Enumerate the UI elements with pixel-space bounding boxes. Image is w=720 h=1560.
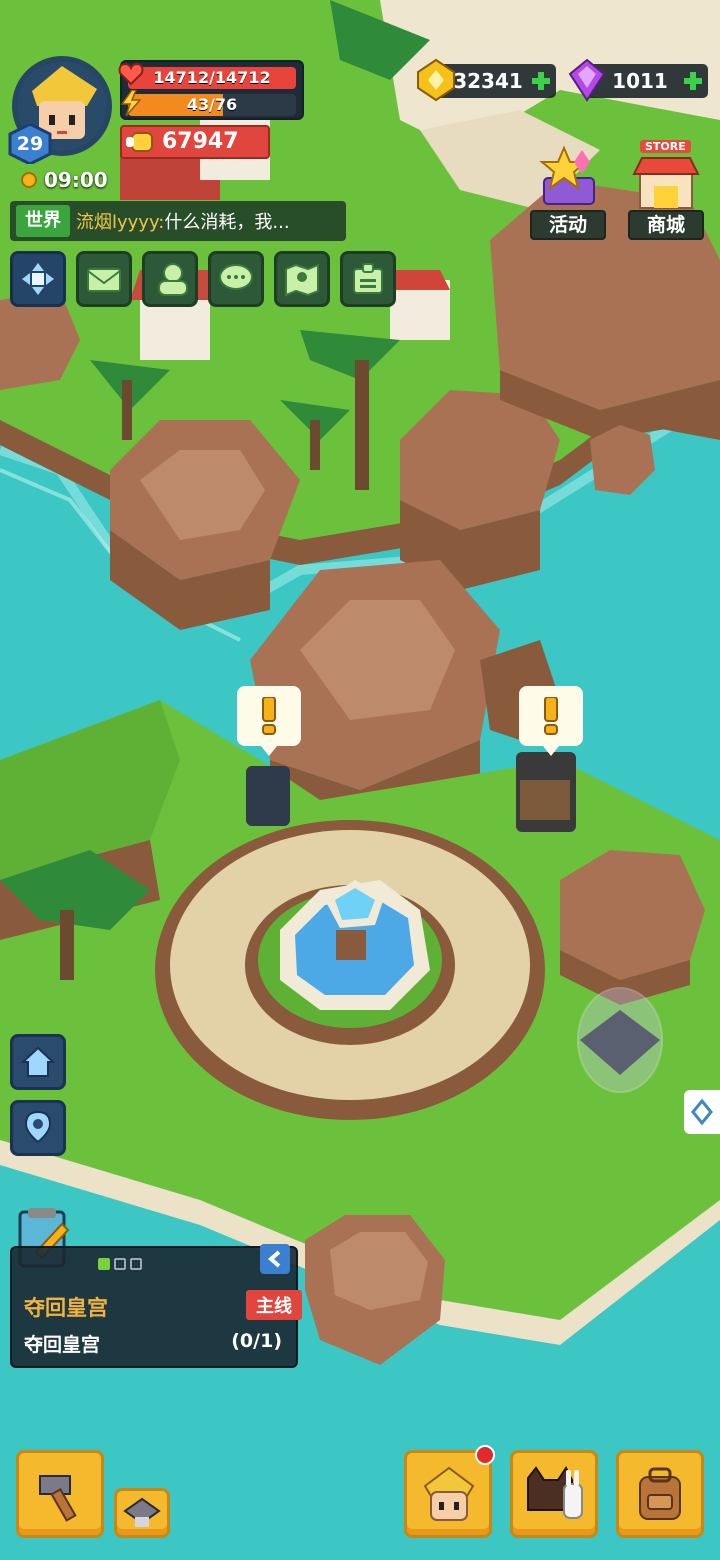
menu-row bbox=[10, 251, 396, 307]
expand-right-button[interactable] bbox=[684, 1090, 720, 1134]
event-button[interactable]: 活动 bbox=[528, 140, 608, 240]
pets-button[interactable] bbox=[510, 1450, 598, 1538]
id-card-icon bbox=[353, 263, 383, 294]
store-label: 商城 bbox=[628, 210, 704, 240]
home-button[interactable] bbox=[10, 1034, 66, 1090]
hammer-icon bbox=[39, 1475, 77, 1522]
heart-icon bbox=[118, 62, 144, 86]
event-label: 活动 bbox=[530, 210, 606, 240]
store-tag: STORE bbox=[640, 140, 691, 153]
quest-progress: (0/1) bbox=[231, 1330, 282, 1352]
notification-dot bbox=[475, 1445, 495, 1465]
chat-button[interactable] bbox=[208, 251, 264, 307]
plus-icon bbox=[532, 72, 550, 90]
gold-coin-icon bbox=[417, 58, 455, 102]
hp-text: 14712/14712 bbox=[153, 68, 271, 87]
chevron-left-icon bbox=[268, 1250, 281, 1268]
level-badge: 29 bbox=[8, 124, 52, 164]
treasure-star-icon bbox=[539, 145, 595, 205]
map-icon bbox=[285, 263, 319, 297]
quest-panel[interactable]: 夺回皇宫 主线 夺回皇宫 (0/1) bbox=[10, 1244, 302, 1368]
chat-sender: 流烟lyyyy: bbox=[76, 212, 165, 233]
npc-quest-marker[interactable] bbox=[237, 686, 301, 756]
level-value: 29 bbox=[16, 133, 44, 155]
npc-quest-marker[interactable] bbox=[519, 686, 583, 756]
power-value: 67947 bbox=[162, 129, 239, 154]
card-button[interactable] bbox=[340, 251, 396, 307]
build-icon bbox=[123, 1497, 161, 1527]
plus-icon bbox=[684, 72, 702, 90]
energy-bar: 43/76 bbox=[128, 94, 296, 116]
map-button[interactable] bbox=[274, 251, 330, 307]
shop-icon bbox=[632, 157, 700, 209]
build-button[interactable] bbox=[114, 1488, 170, 1538]
quest-type-tag: 主线 bbox=[246, 1290, 302, 1320]
pets-icon bbox=[527, 1466, 583, 1519]
expand-icon bbox=[22, 263, 54, 295]
fist-icon bbox=[126, 132, 153, 152]
craft-button[interactable] bbox=[16, 1450, 104, 1538]
game-time: 09:00 bbox=[18, 166, 108, 194]
page-dot bbox=[98, 1258, 110, 1270]
gold-value: 32341 bbox=[453, 69, 523, 93]
gem-counter: 1011 bbox=[568, 58, 708, 102]
gem-icon bbox=[568, 58, 606, 102]
collapse-quest-button[interactable] bbox=[260, 1244, 290, 1274]
page-dot bbox=[114, 1258, 126, 1270]
friends-icon bbox=[158, 263, 188, 296]
chat-message: 什么消耗，我... bbox=[164, 212, 290, 233]
mail-button[interactable] bbox=[76, 251, 132, 307]
diamond-arrow-icon bbox=[691, 1099, 713, 1125]
add-gold-button[interactable] bbox=[526, 71, 556, 91]
store-button[interactable]: STORE 商城 bbox=[626, 140, 706, 240]
exclamation-icon bbox=[262, 697, 276, 735]
exclamation-icon bbox=[544, 697, 558, 735]
page-dot bbox=[130, 1258, 142, 1270]
energy-text: 43/76 bbox=[186, 95, 238, 114]
chat-bubble-icon bbox=[219, 264, 253, 290]
time-value: 09:00 bbox=[44, 168, 108, 192]
chat-channel: 世界 bbox=[16, 205, 70, 237]
location-pin-icon bbox=[24, 1110, 52, 1144]
backpack-icon bbox=[639, 1467, 681, 1520]
hp-bar: 14712/14712 bbox=[128, 67, 296, 89]
quest-page-dots bbox=[98, 1258, 142, 1270]
combat-power: 67947 bbox=[120, 125, 270, 159]
sun-icon bbox=[21, 172, 37, 188]
world-chat[interactable]: 世界 流烟lyyyy: 什么消耗，我... bbox=[10, 201, 346, 241]
hero-icon bbox=[423, 1466, 475, 1521]
backpack-button[interactable] bbox=[616, 1450, 704, 1538]
stat-panel: 14712/14712 43/76 bbox=[120, 60, 304, 120]
mail-icon bbox=[87, 268, 121, 292]
lightning-icon bbox=[120, 90, 142, 116]
quest-objective: 夺回皇宫 bbox=[24, 1334, 101, 1356]
gem-value: 1011 bbox=[612, 69, 668, 93]
gold-counter: 32341 bbox=[417, 58, 556, 102]
expand-button[interactable] bbox=[10, 251, 66, 307]
location-button[interactable] bbox=[10, 1100, 66, 1156]
home-icon bbox=[21, 1046, 55, 1077]
hero-button[interactable] bbox=[404, 1445, 495, 1538]
add-gem-button[interactable] bbox=[678, 71, 708, 91]
friends-button[interactable] bbox=[142, 251, 198, 307]
quest-title: 夺回皇宫 bbox=[24, 1296, 108, 1320]
